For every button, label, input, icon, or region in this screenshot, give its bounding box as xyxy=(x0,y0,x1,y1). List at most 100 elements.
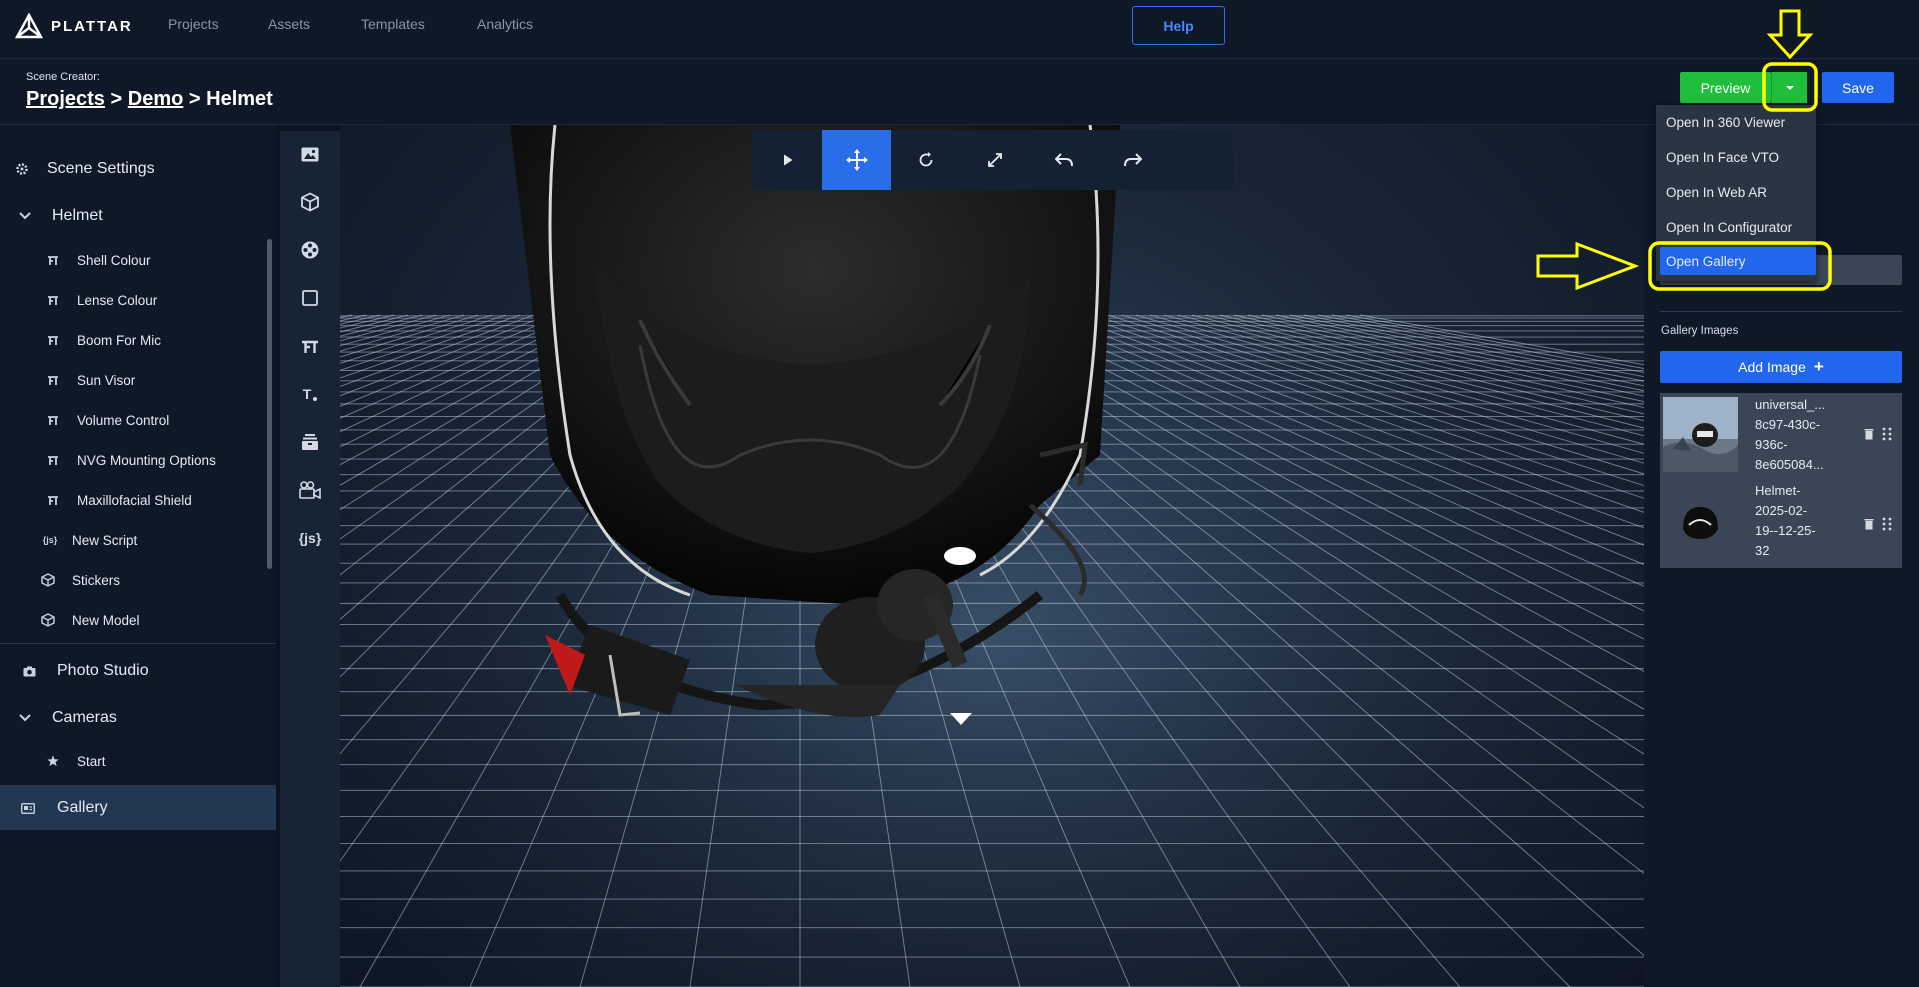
sidebar-item-label: Boom For Mic xyxy=(77,332,162,348)
gear-icon xyxy=(15,162,29,176)
sidebar-item-sun-visor[interactable]: Sun Visor xyxy=(0,360,276,400)
undo-icon[interactable] xyxy=(1029,130,1098,190)
sidebar-item-nvg-mounting-options[interactable]: NVG Mounting Options xyxy=(0,440,276,480)
sidebar-item-label: Maxillofacial Shield xyxy=(77,492,192,508)
scene-sidebar: Scene Settings Helmet Shell Colour Lense… xyxy=(0,125,276,987)
sidebar-item-lense-colour[interactable]: Lense Colour xyxy=(0,280,276,320)
brand-name: PLATTAR xyxy=(51,17,133,35)
trash-icon[interactable] xyxy=(1863,428,1875,440)
stack-icon[interactable] xyxy=(295,427,325,457)
sidebar-item-boom-for-mic[interactable]: Boom For Mic xyxy=(0,320,276,360)
help-button[interactable]: Help xyxy=(1132,6,1225,45)
square-icon[interactable] xyxy=(295,283,325,313)
sidebar-item-scene-settings[interactable]: Scene Settings xyxy=(0,149,276,189)
cube-icon[interactable] xyxy=(295,187,325,217)
sidebar-item-volume-control[interactable]: Volume Control xyxy=(0,400,276,440)
nav-analytics[interactable]: Analytics xyxy=(477,16,533,32)
gallery-images-label: Gallery Images xyxy=(1661,325,1739,337)
plattar-logo-icon xyxy=(15,13,43,39)
text-icon-glyph: T xyxy=(302,386,312,402)
variation-icon xyxy=(46,453,60,467)
breadcrumb-demo[interactable]: Demo xyxy=(128,88,184,110)
sidebar-item-stickers[interactable]: Stickers xyxy=(0,560,276,600)
camera-icon[interactable] xyxy=(295,475,325,505)
list-item[interactable]: Helmet- 2025-02- 19--12-25- 32 xyxy=(1660,481,1902,569)
breadcrumb-projects[interactable]: Projects xyxy=(26,88,105,110)
breadcrumb: Projects > Demo > Helmet xyxy=(26,88,273,111)
script-icon-label: {js} xyxy=(298,530,322,546)
drag-handle-icon[interactable] xyxy=(1881,427,1893,441)
sidebar-item-cameras[interactable]: Cameras xyxy=(0,698,276,738)
sidebar-item-label: Gallery xyxy=(57,799,108,816)
sidebar-item-new-script[interactable]: {js} New Script xyxy=(0,520,276,560)
sidebar-item-photo-studio[interactable]: Photo Studio xyxy=(0,651,276,691)
breadcrumb-separator: > xyxy=(188,88,201,110)
redo-icon[interactable] xyxy=(1098,130,1167,190)
menu-item-open-in-360-viewer[interactable]: Open In 360 Viewer xyxy=(1656,105,1816,140)
sidebar-item-new-model[interactable]: New Model xyxy=(0,600,276,640)
scene-canvas xyxy=(340,125,1644,987)
variation-icon[interactable] xyxy=(295,331,325,361)
gallery-icon xyxy=(21,801,35,815)
3d-viewport[interactable] xyxy=(340,125,1644,987)
sidebar-divider xyxy=(0,643,276,644)
script-icon: {js} xyxy=(42,535,58,545)
image-filename: universal_... 8c97-430c- 936c- 8e605084... xyxy=(1755,397,1826,472)
sidebar-item-label: Sun Visor xyxy=(77,372,136,388)
sidebar-item-label: Cameras xyxy=(52,709,117,726)
list-item[interactable]: universal_... 8c97-430c- 936c- 8e605084... xyxy=(1660,393,1902,481)
rotate-icon[interactable] xyxy=(891,130,960,190)
scene-creator-label: Scene Creator: xyxy=(26,71,100,83)
sidebar-item-shell-colour[interactable]: Shell Colour xyxy=(0,240,276,280)
chevron-down-icon xyxy=(18,209,32,223)
variation-icon xyxy=(46,333,60,347)
nav-templates[interactable]: Templates xyxy=(361,16,425,32)
sidebar-item-label: Stickers xyxy=(72,572,121,588)
star-icon xyxy=(46,754,60,768)
play-icon[interactable] xyxy=(753,130,822,190)
brand-logo[interactable]: PLATTAR xyxy=(15,13,133,39)
preview-button[interactable]: Preview xyxy=(1680,72,1771,103)
film-reel-icon[interactable] xyxy=(295,235,325,265)
variation-icon xyxy=(46,493,60,507)
text-icon[interactable]: T xyxy=(295,379,325,409)
sidebar-item-start[interactable]: Start xyxy=(0,741,276,781)
image-thumbnail xyxy=(1663,397,1738,472)
sidebar-item-label: New Script xyxy=(72,532,138,548)
nav-projects[interactable]: Projects xyxy=(168,16,219,32)
trash-icon[interactable] xyxy=(1863,518,1875,530)
menu-item-open-in-configurator[interactable]: Open In Configurator xyxy=(1656,210,1816,245)
menu-item-open-gallery[interactable]: Open Gallery xyxy=(1660,247,1816,275)
menu-item-open-in-face-vto[interactable]: Open In Face VTO xyxy=(1656,140,1816,175)
sidebar-item-gallery[interactable]: Gallery xyxy=(0,786,276,830)
caret-down-icon xyxy=(1785,85,1794,90)
chevron-down-icon xyxy=(18,711,32,725)
sidebar-item-label: Volume Control xyxy=(77,412,170,428)
preview-options-dropdown-button[interactable] xyxy=(1771,72,1807,103)
variation-icon xyxy=(46,413,60,427)
cube-icon xyxy=(41,613,55,627)
variation-icon xyxy=(46,253,60,267)
sidebar-item-label: Shell Colour xyxy=(77,252,151,268)
sidebar-item-helmet[interactable]: Helmet xyxy=(0,196,276,236)
sidebar-item-label: Lense Colour xyxy=(77,292,158,308)
scene-header: Scene Creator: Projects > Demo > Helmet … xyxy=(0,59,1919,125)
sidebar-scrollbar[interactable] xyxy=(267,239,272,569)
save-button[interactable]: Save xyxy=(1822,72,1894,103)
nav-assets[interactable]: Assets xyxy=(268,16,310,32)
sidebar-item-label: NVG Mounting Options xyxy=(77,452,216,468)
sidebar-item-label: Scene Settings xyxy=(47,160,155,177)
preview-options-menu: Open In 360 Viewer Open In Face VTO Open… xyxy=(1656,105,1816,281)
sidebar-item-maxillofacial-shield[interactable]: Maxillofacial Shield xyxy=(0,480,276,520)
script-icon[interactable]: {js} xyxy=(295,523,325,553)
scale-icon[interactable] xyxy=(960,130,1029,190)
image-icon[interactable] xyxy=(295,139,325,169)
add-image-button[interactable]: Add Image + xyxy=(1660,351,1902,383)
variation-icon xyxy=(46,293,60,307)
drag-handle-icon[interactable] xyxy=(1881,517,1893,531)
move-icon[interactable] xyxy=(822,130,891,190)
menu-item-open-in-web-ar[interactable]: Open In Web AR xyxy=(1656,175,1816,210)
plus-icon: + xyxy=(1813,357,1824,376)
sidebar-item-label: Photo Studio xyxy=(57,662,149,679)
panel-divider xyxy=(1660,311,1902,312)
